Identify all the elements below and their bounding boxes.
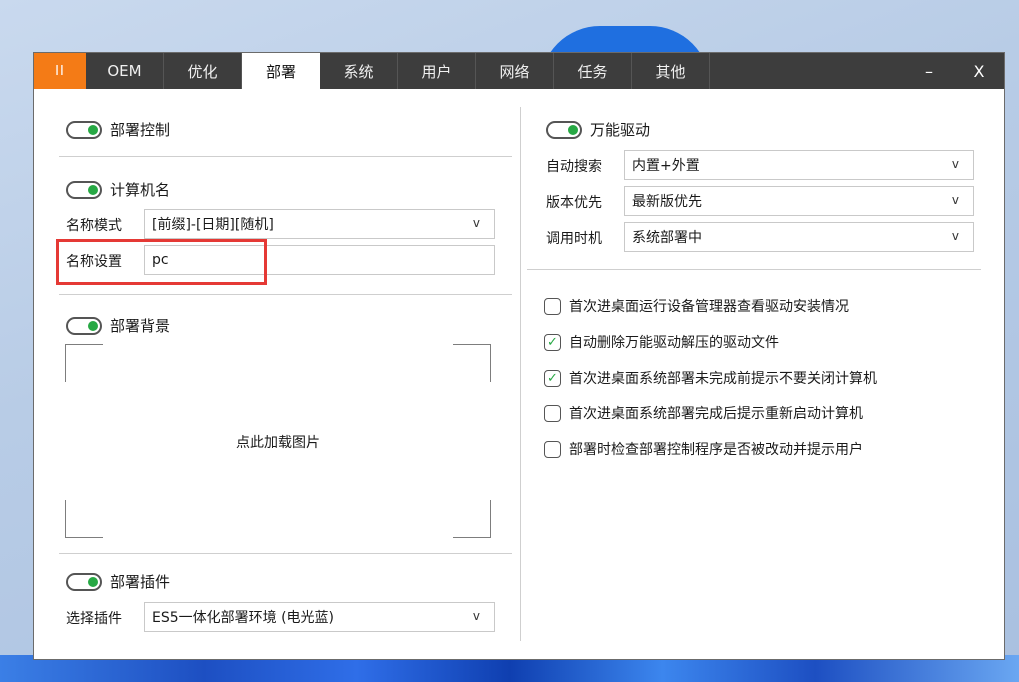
- load-image-text: 点此加载图片: [236, 435, 320, 451]
- toggle-knob: [88, 320, 98, 331]
- frame-corner: [453, 500, 491, 538]
- tab-oem[interactable]: OEM: [86, 53, 164, 89]
- highlight-box: [56, 239, 267, 285]
- titlebar: II OEM 优化 部署 系统 用户 网络 任务 其他 – X: [34, 53, 1004, 89]
- divider: [59, 294, 512, 295]
- tab-task[interactable]: 任务: [554, 53, 632, 89]
- universal-driver-label: 万能驱动: [590, 121, 651, 139]
- deploy-plugin-label: 部署插件: [110, 573, 171, 591]
- divider: [59, 156, 512, 157]
- minimize-button[interactable]: –: [904, 53, 954, 89]
- deploy-plugin-row: 部署插件: [66, 571, 170, 592]
- plugin-select-label: 选择插件: [66, 611, 122, 627]
- pause-button[interactable]: II: [34, 53, 86, 89]
- toggle-knob: [88, 576, 98, 587]
- computer-name-toggle[interactable]: [66, 180, 102, 199]
- version-priority-label: 版本优先: [546, 195, 602, 211]
- tab-user[interactable]: 用户: [398, 53, 476, 89]
- computer-name-row: 计算机名: [66, 179, 170, 200]
- divider: [59, 553, 512, 554]
- universal-driver-toggle[interactable]: [546, 120, 582, 139]
- tab-system[interactable]: 系统: [320, 53, 398, 89]
- auto-search-value: 内置+外置: [632, 158, 700, 174]
- computer-name-label: 计算机名: [110, 181, 171, 199]
- name-mode-value: [前缀]-[日期][随机]: [152, 217, 274, 233]
- toggle-knob: [88, 124, 98, 135]
- auto-search-label: 自动搜索: [546, 159, 602, 175]
- chevron-down-icon: v: [472, 609, 480, 623]
- background-image-picker[interactable]: 点此加载图片: [65, 344, 491, 538]
- deploy-panel: 部署控制 计算机名 名称模式 [前缀]-[日期][随机] v 名称设置 pc 部…: [34, 89, 1004, 659]
- invoke-timing-label: 调用时机: [546, 231, 602, 247]
- option-row[interactable]: ✓ 首次进桌面系统部署未完成前提示不要关闭计算机: [544, 368, 877, 388]
- checkbox[interactable]: [544, 440, 561, 458]
- chevron-down-icon: v: [472, 216, 480, 230]
- column-separator: [520, 107, 521, 641]
- deploy-control-label: 部署控制: [110, 121, 171, 139]
- auto-search-select[interactable]: 内置+外置 v: [624, 150, 974, 180]
- frame-corner: [65, 500, 103, 538]
- invoke-timing-select[interactable]: 系统部署中 v: [624, 222, 974, 252]
- checkbox[interactable]: [544, 297, 561, 315]
- toggle-knob: [88, 184, 98, 195]
- name-mode-label: 名称模式: [66, 218, 122, 234]
- option-label: 首次进桌面系统部署未完成前提示不要关闭计算机: [569, 371, 877, 387]
- deploy-plugin-toggle[interactable]: [66, 572, 102, 591]
- option-row[interactable]: 首次进桌面系统部署完成后提示重新启动计算机: [544, 403, 863, 423]
- option-label: 部署时检查部署控制程序是否被改动并提示用户: [569, 442, 863, 458]
- deploy-background-toggle[interactable]: [66, 316, 102, 335]
- tab-network[interactable]: 网络: [476, 53, 554, 89]
- deploy-background-label: 部署背景: [110, 317, 171, 335]
- toggle-knob: [568, 124, 578, 135]
- close-button[interactable]: X: [954, 53, 1004, 89]
- invoke-timing-value: 系统部署中: [632, 230, 702, 246]
- option-row[interactable]: 部署时检查部署控制程序是否被改动并提示用户: [544, 439, 863, 459]
- deploy-background-row: 部署背景: [66, 315, 170, 336]
- frame-corner: [453, 344, 491, 382]
- checkbox[interactable]: [544, 404, 561, 422]
- chevron-down-icon: v: [951, 229, 959, 243]
- checkmark-icon: ✓: [547, 370, 558, 386]
- chevron-down-icon: v: [951, 157, 959, 171]
- checkmark-icon: ✓: [547, 334, 558, 350]
- deploy-control-row: 部署控制: [66, 119, 170, 140]
- app-window: II OEM 优化 部署 系统 用户 网络 任务 其他 – X 部署控制 计算机…: [33, 52, 1005, 660]
- universal-driver-row: 万能驱动: [546, 119, 650, 140]
- option-label: 首次进桌面系统部署完成后提示重新启动计算机: [569, 406, 863, 422]
- plugin-select[interactable]: ES5一体化部署环境 (电光蓝) v: [144, 602, 495, 632]
- titlebar-spacer: [710, 53, 904, 89]
- version-priority-select[interactable]: 最新版优先 v: [624, 186, 974, 216]
- tab-other[interactable]: 其他: [632, 53, 710, 89]
- option-row[interactable]: 首次进桌面运行设备管理器查看驱动安装情况: [544, 296, 849, 316]
- version-priority-value: 最新版优先: [632, 194, 702, 210]
- tab-deploy[interactable]: 部署: [242, 53, 320, 89]
- deploy-control-toggle[interactable]: [66, 120, 102, 139]
- tab-optimize[interactable]: 优化: [164, 53, 242, 89]
- option-label: 自动删除万能驱动解压的驱动文件: [569, 335, 779, 351]
- divider: [527, 269, 981, 270]
- plugin-select-value: ES5一体化部署环境 (电光蓝): [152, 610, 335, 626]
- name-mode-select[interactable]: [前缀]-[日期][随机] v: [144, 209, 495, 239]
- option-row[interactable]: ✓ 自动删除万能驱动解压的驱动文件: [544, 332, 779, 352]
- frame-corner: [65, 344, 103, 382]
- checkbox-checked[interactable]: ✓: [544, 369, 561, 387]
- option-label: 首次进桌面运行设备管理器查看驱动安装情况: [569, 299, 849, 315]
- checkbox-checked[interactable]: ✓: [544, 333, 561, 351]
- chevron-down-icon: v: [951, 193, 959, 207]
